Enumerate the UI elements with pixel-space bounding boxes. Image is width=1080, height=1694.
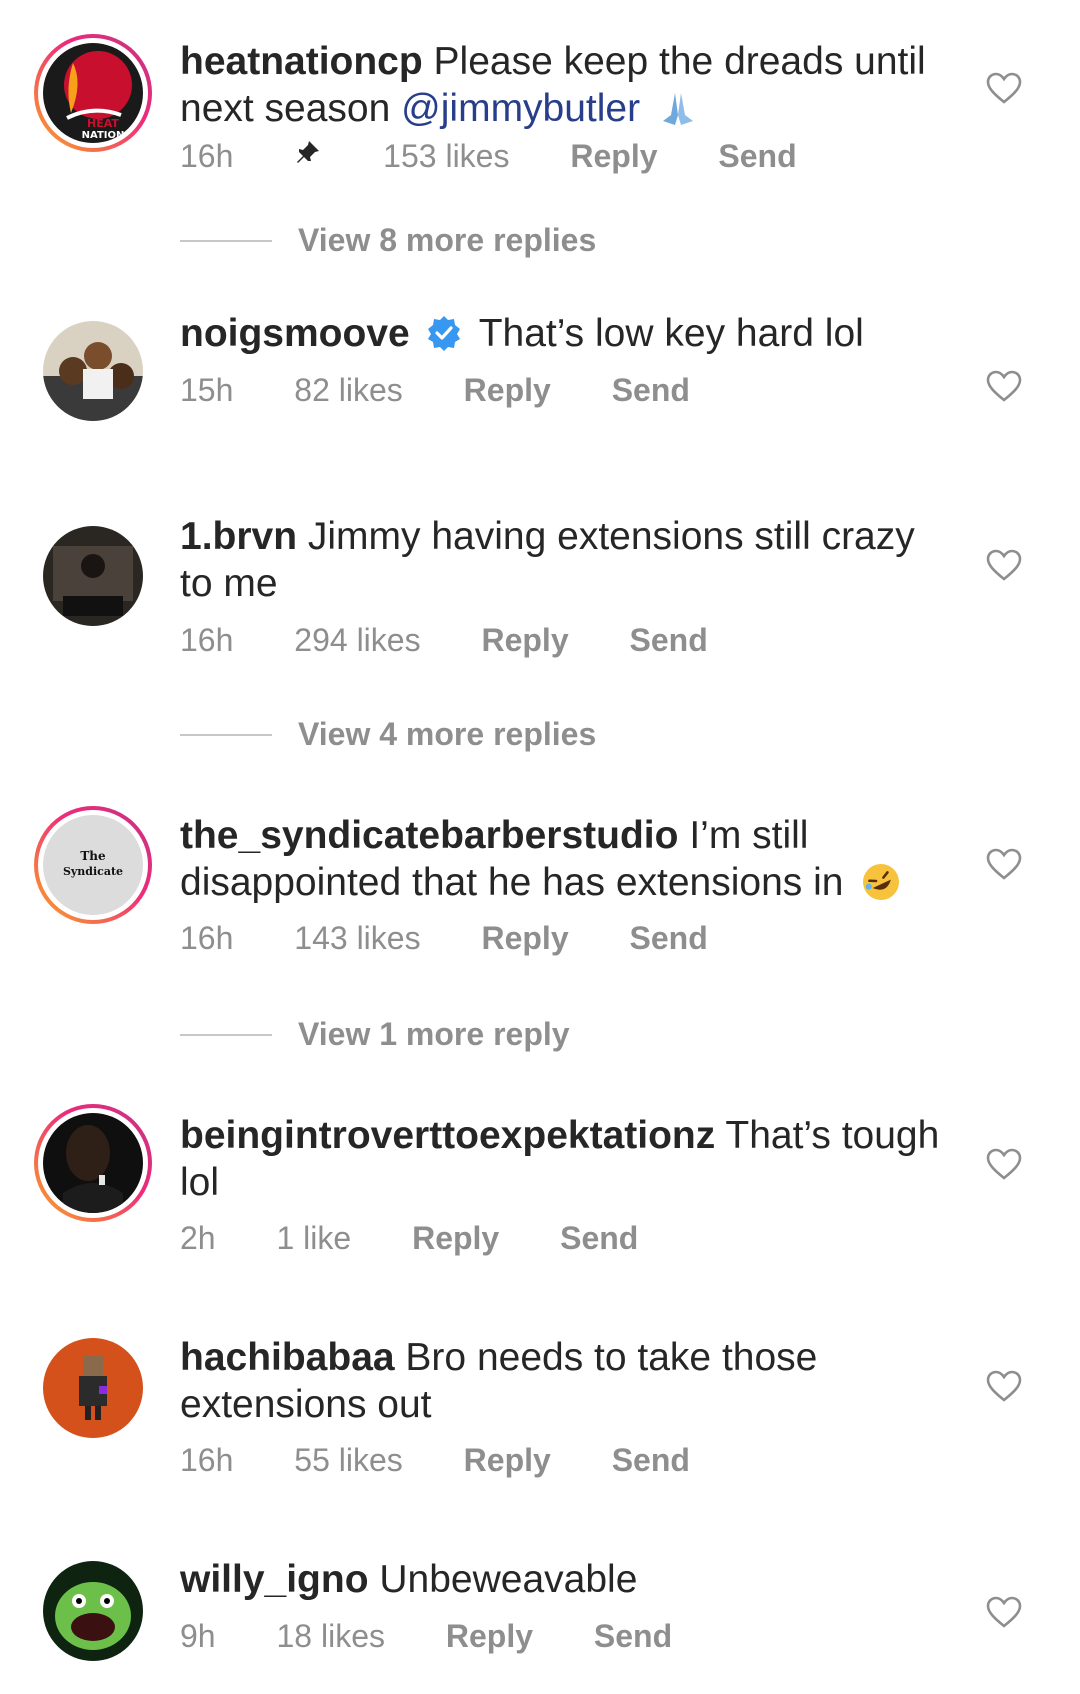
comment-meta: 16h 294 likes Reply Send (180, 622, 760, 659)
view-more-replies[interactable]: View 1 more reply (180, 1016, 570, 1053)
avatar-heatnationcp[interactable]: HEAT NATION (34, 34, 152, 152)
comment-time: 9h (180, 1618, 216, 1654)
comment-time: 16h (180, 622, 234, 658)
avatar-text-1: The (80, 849, 106, 863)
comment-text: noigsmoove That’s low key hard lol (180, 310, 940, 357)
comment-username[interactable]: hachibabaa (180, 1336, 395, 1379)
comment-meta: 2h 1 like Reply Send (180, 1220, 690, 1257)
comment-text: willy_igno Unbeweavable (180, 1556, 940, 1603)
avatar-image: HEAT NATION (43, 43, 143, 143)
comment-meta: 15h 82 likes Reply Send (180, 372, 742, 409)
reply-button[interactable]: Reply (570, 138, 657, 175)
comment-username[interactable]: beingintroverttoexpektationz (180, 1114, 715, 1157)
comment-likes[interactable]: 55 likes (294, 1442, 403, 1479)
heart-icon[interactable] (986, 549, 1022, 581)
comment-text: heatnationcp Please keep the dreads unti… (180, 38, 940, 132)
comment-meta: 16h 143 likes Reply Send (180, 920, 760, 957)
reply-button[interactable]: Reply (464, 1442, 551, 1479)
comment-likes[interactable]: 153 likes (383, 138, 509, 175)
send-button[interactable]: Send (560, 1220, 638, 1257)
avatar-beingintroverttoexpektationz[interactable] (34, 1104, 152, 1222)
comment-time: 16h (180, 1442, 234, 1478)
heart-icon[interactable] (986, 72, 1022, 104)
comment-time: 16h (180, 920, 234, 956)
comment-username[interactable]: 1.brvn (180, 515, 297, 558)
send-button[interactable]: Send (594, 1618, 672, 1655)
avatar-hachibabaa[interactable] (34, 1329, 152, 1447)
avatar-image (43, 1338, 143, 1438)
send-button[interactable]: Send (630, 920, 708, 957)
view-more-label: View 4 more replies (298, 716, 597, 752)
avatar-image (43, 526, 143, 626)
comment-meta: 9h 18 likes Reply Send (180, 1618, 724, 1655)
divider-line (180, 239, 272, 242)
comment-body: Unbeweavable (379, 1558, 638, 1601)
avatar-text-2: NATION (82, 130, 125, 141)
comment-text: hachibabaa Bro needs to take those exten… (180, 1334, 940, 1428)
divider-line (180, 1033, 272, 1036)
comment-likes[interactable]: 143 likes (294, 920, 420, 957)
divider-line (180, 733, 272, 736)
view-more-replies[interactable]: View 4 more replies (180, 716, 596, 753)
avatar-image (43, 1113, 143, 1213)
comment-time: 16h (180, 138, 234, 174)
heart-icon[interactable] (986, 1370, 1022, 1402)
heart-icon[interactable] (986, 1148, 1022, 1180)
comment-username[interactable]: heatnationcp (180, 40, 423, 83)
heart-icon[interactable] (986, 1596, 1022, 1628)
comment-meta: 16h 153 likes Reply Send (180, 138, 849, 175)
comment-text: the_syndicatebarberstudio I’m still disa… (180, 812, 940, 906)
comment-time: 15h (180, 372, 234, 408)
comment-username[interactable]: the_syndicatebarberstudio (180, 814, 678, 857)
heart-icon[interactable] (986, 370, 1022, 402)
comment-likes[interactable]: 82 likes (294, 372, 403, 409)
avatar-noigsmoove[interactable] (34, 312, 152, 430)
verified-badge-icon (427, 316, 460, 351)
reply-button[interactable]: Reply (412, 1220, 499, 1257)
folded-hands-icon (662, 93, 693, 125)
avatar-image (43, 321, 143, 421)
send-button[interactable]: Send (612, 372, 690, 409)
reply-button[interactable]: Reply (481, 920, 568, 957)
send-button[interactable]: Send (612, 1442, 690, 1479)
avatar-willy-igno[interactable] (34, 1552, 152, 1670)
comment-meta: 16h 55 likes Reply Send (180, 1442, 742, 1479)
avatar-text-2: Syndicate (63, 865, 123, 878)
send-button[interactable]: Send (718, 138, 796, 175)
comment-text: beingintroverttoexpektationz That’s toug… (180, 1112, 940, 1206)
avatar-image: The Syndicate (43, 815, 143, 915)
comment-username[interactable]: noigsmoove (180, 312, 410, 355)
pin-icon (294, 138, 322, 175)
comment-text: 1.brvn Jimmy having extensions still cra… (180, 513, 940, 607)
avatar-image (43, 1561, 143, 1661)
avatar-the-syndicatebarberstudio[interactable]: The Syndicate (34, 806, 152, 924)
comment-likes[interactable]: 294 likes (294, 622, 420, 659)
comment-username[interactable]: willy_igno (180, 1558, 369, 1601)
comment-likes[interactable]: 18 likes (276, 1618, 385, 1655)
comment-mention[interactable]: @jimmybutler (401, 87, 640, 130)
rofl-emoji-icon (863, 864, 900, 900)
avatar-1brvn[interactable] (34, 517, 152, 635)
reply-button[interactable]: Reply (481, 622, 568, 659)
reply-button[interactable]: Reply (464, 372, 551, 409)
comment-body: That’s low key hard lol (478, 312, 864, 355)
comment-likes[interactable]: 1 like (276, 1220, 351, 1257)
heart-icon[interactable] (986, 848, 1022, 880)
avatar-text-1: HEAT (87, 117, 119, 130)
view-more-replies[interactable]: View 8 more replies (180, 222, 596, 259)
view-more-label: View 8 more replies (298, 222, 597, 258)
reply-button[interactable]: Reply (446, 1618, 533, 1655)
send-button[interactable]: Send (630, 622, 708, 659)
view-more-label: View 1 more reply (298, 1016, 570, 1052)
comment-time: 2h (180, 1220, 216, 1256)
